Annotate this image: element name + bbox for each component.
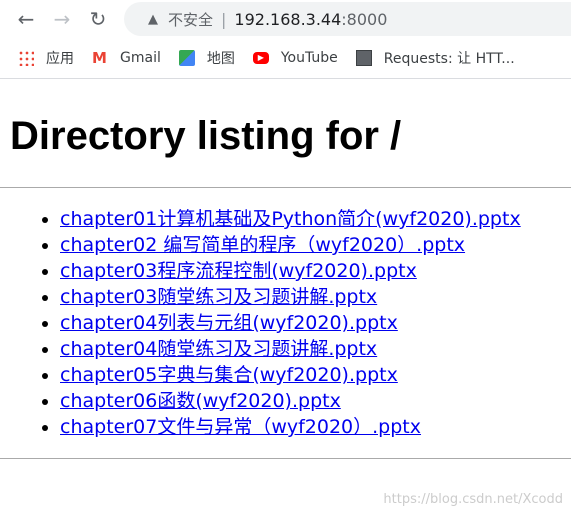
browser-toolbar: ← → ↻ ▲ 不安全 | 192.168.3.44:8000 [0, 0, 571, 38]
gmail-icon: M [92, 49, 107, 67]
bookmark-label: Requests: 让 HTT... [383, 51, 515, 67]
list-item: chapter02 编写简单的程序（wyf2020）.pptx [60, 232, 561, 258]
file-link[interactable]: chapter05字典与集合(wyf2020).pptx [60, 364, 398, 386]
bookmark-label: 应用 [46, 51, 74, 67]
file-link[interactable]: chapter04列表与元组(wyf2020).pptx [60, 312, 398, 334]
file-link[interactable]: chapter03随堂练习及习题讲解.pptx [60, 286, 377, 308]
list-item: chapter03随堂练习及习题讲解.pptx [60, 284, 561, 310]
maps-icon [178, 50, 195, 66]
bookmark-gmail[interactable]: M Gmail [92, 50, 161, 66]
bookmark-youtube[interactable]: ▶ YouTube [252, 50, 338, 66]
watermark: https://blog.csdn.net/Xcodd [383, 492, 563, 507]
file-list: chapter01计算机基础及Python简介(wyf2020).pptx ch… [10, 206, 561, 440]
divider-bottom [0, 458, 571, 459]
page-title: Directory listing for / [10, 114, 402, 158]
list-item: chapter01计算机基础及Python简介(wyf2020).pptx [60, 206, 561, 232]
document-icon [355, 50, 372, 66]
url-host: 192.168.3.44 [234, 9, 342, 29]
file-link[interactable]: chapter07文件与异常（wyf2020）.pptx [60, 416, 421, 438]
bookmark-apps[interactable]: 应用 [18, 48, 74, 68]
list-item: chapter06函数(wyf2020).pptx [60, 388, 561, 414]
youtube-icon: ▶ [252, 52, 269, 64]
list-item: chapter05字典与集合(wyf2020).pptx [60, 362, 561, 388]
forward-icon[interactable]: → [52, 9, 72, 29]
back-icon[interactable]: ← [16, 9, 36, 29]
file-link[interactable]: chapter03程序流程控制(wyf2020).pptx [60, 260, 417, 282]
security-label: 不安全 [168, 10, 214, 29]
warning-icon[interactable]: ▲ [148, 12, 158, 27]
list-item: chapter07文件与异常（wyf2020）.pptx [60, 414, 561, 440]
divider: | [221, 9, 227, 29]
reload-icon[interactable]: ↻ [88, 9, 108, 29]
address-bar[interactable]: ▲ 不安全 | 192.168.3.44:8000 [124, 2, 571, 36]
list-item: chapter04列表与元组(wyf2020).pptx [60, 310, 561, 336]
url-port: :8000 [341, 9, 388, 29]
bookmark-label: 地图 [206, 51, 235, 67]
file-link[interactable]: chapter06函数(wyf2020).pptx [60, 390, 341, 412]
list-item: chapter04随堂练习及习题讲解.pptx [60, 336, 561, 362]
apps-icon [18, 50, 34, 66]
file-link[interactable]: chapter02 编写简单的程序（wyf2020）.pptx [60, 234, 465, 256]
bookmarks-bar: 应用 M Gmail 地图 ▶ YouTube Requests: 让 HTT... [0, 38, 571, 79]
divider-top [0, 187, 571, 188]
bookmark-maps[interactable]: 地图 [178, 48, 235, 68]
list-item: chapter03程序流程控制(wyf2020).pptx [60, 258, 561, 284]
bookmark-requests[interactable]: Requests: 让 HTT... [355, 48, 515, 68]
bookmark-label: Gmail [120, 50, 161, 66]
bookmark-label: YouTube [280, 50, 338, 66]
file-link[interactable]: chapter04随堂练习及习题讲解.pptx [60, 338, 377, 360]
page-content: Directory listing for / chapter01计算机基础及P… [0, 113, 571, 459]
file-link[interactable]: chapter01计算机基础及Python简介(wyf2020).pptx [60, 208, 521, 230]
